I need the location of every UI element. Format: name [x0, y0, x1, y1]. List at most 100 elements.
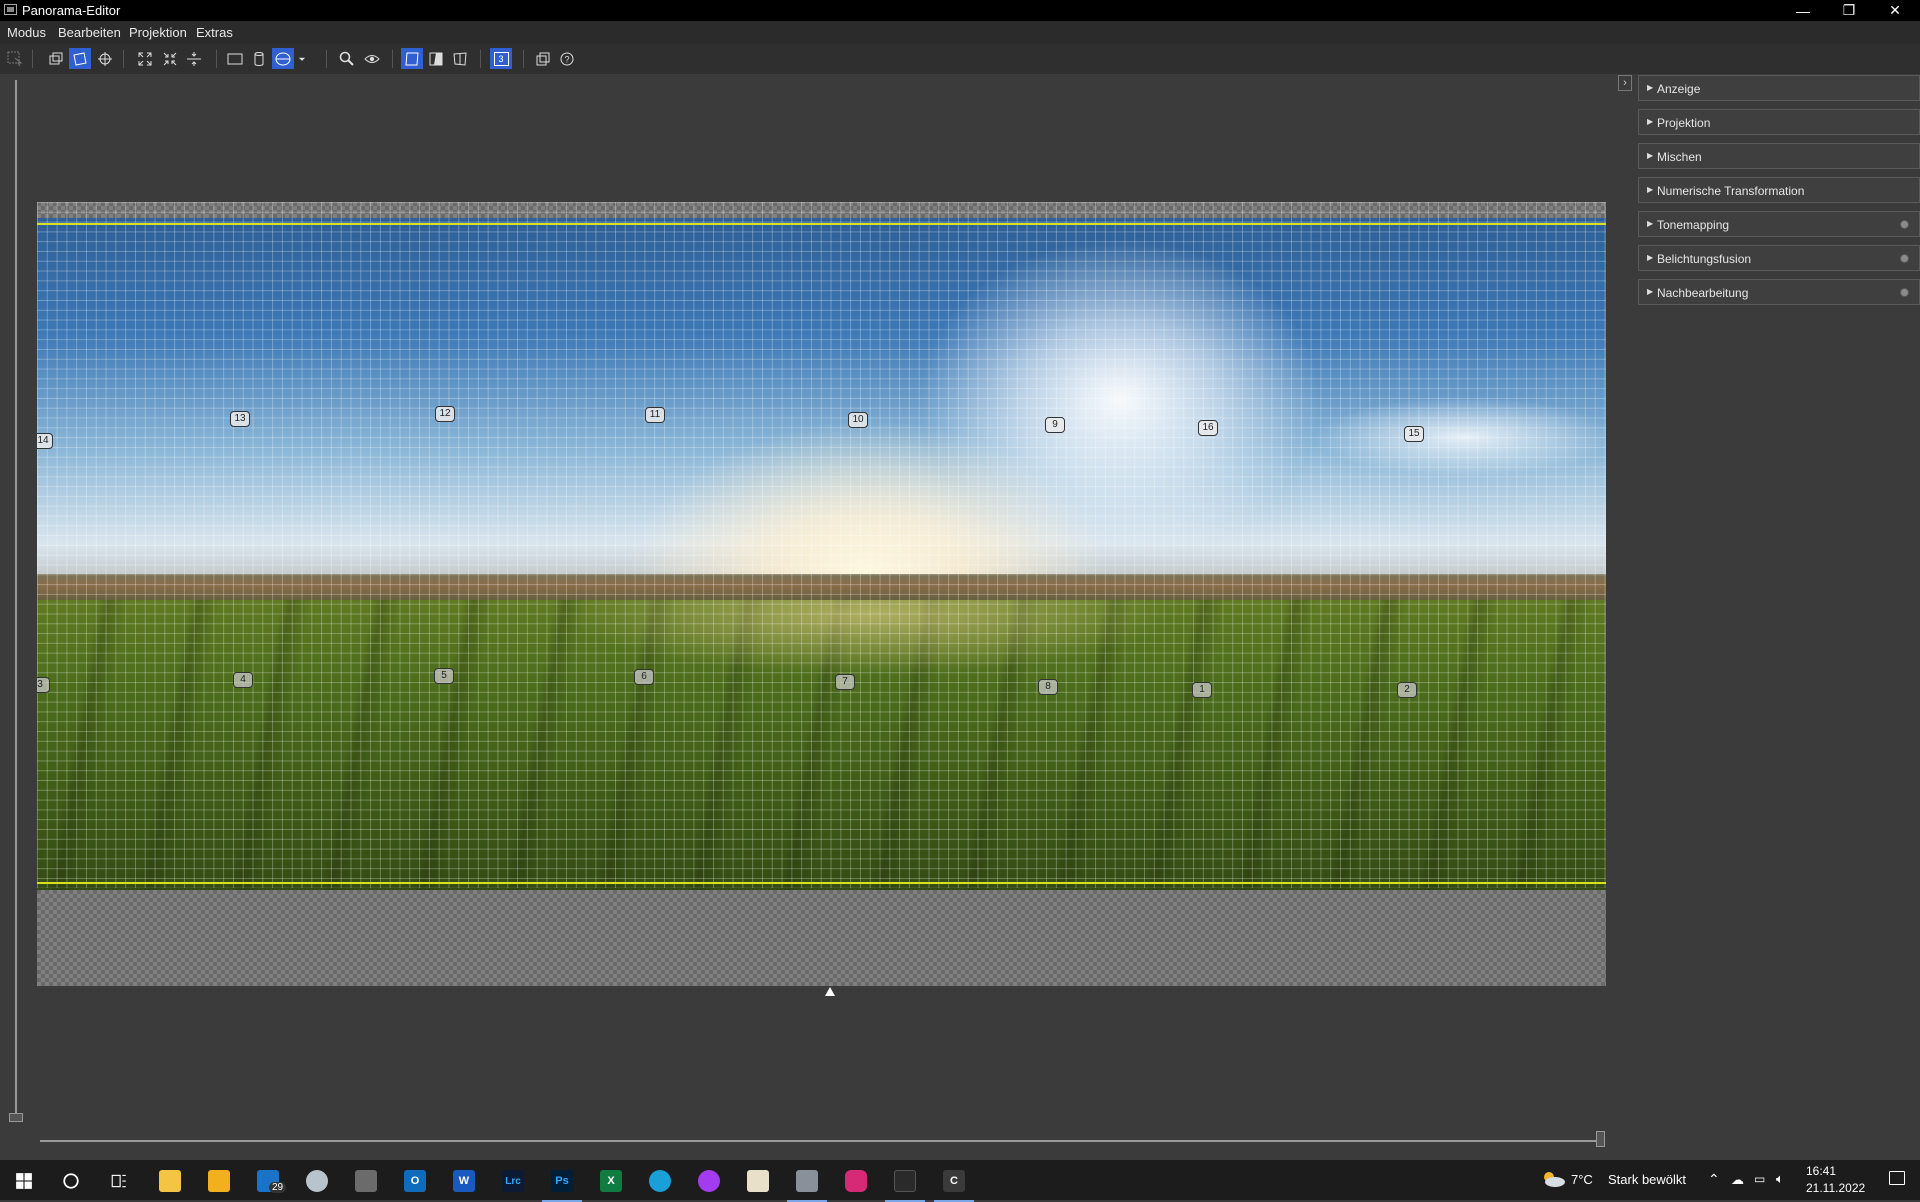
cylindrical-projection-icon[interactable]: [248, 48, 270, 69]
weather-description[interactable]: Stark bewölkt: [1608, 1172, 1686, 1187]
close-button[interactable]: ✕: [1872, 0, 1918, 21]
edge-icon[interactable]: [649, 1170, 671, 1192]
cloudy-weather-icon[interactable]: [1540, 1170, 1566, 1188]
equirectangular-projection-icon[interactable]: [272, 48, 294, 69]
lightroom-classic-icon[interactable]: Lrc: [502, 1170, 524, 1192]
control-point-marker[interactable]: 16: [1198, 420, 1218, 436]
control-point-marker[interactable]: 5: [434, 668, 454, 684]
zoom-icon[interactable]: [336, 48, 358, 69]
network-icon[interactable]: ▭: [1754, 1172, 1765, 1186]
pano-center-marker[interactable]: [825, 987, 835, 996]
menu-projektion[interactable]: Projektion: [129, 25, 187, 40]
calculator-icon[interactable]: [355, 1170, 377, 1192]
clock-date[interactable]: 21.11.2022: [1806, 1181, 1865, 1195]
identify-crosshair-icon[interactable]: [94, 48, 116, 69]
horizontal-fov-handle[interactable]: [1596, 1131, 1605, 1147]
control-point-marker[interactable]: 13: [230, 411, 250, 427]
menu-bearbeiten[interactable]: Bearbeiten: [58, 25, 121, 40]
control-point-marker[interactable]: 11: [645, 407, 665, 423]
help-icon[interactable]: ?: [556, 48, 578, 69]
section-tonemapping[interactable]: ▶ Tonemapping: [1638, 211, 1920, 237]
alignment-grid: [37, 202, 1606, 888]
control-point-marker[interactable]: 6: [634, 669, 654, 685]
show-hidden-icons-chevron-icon[interactable]: ⌃: [1708, 1171, 1720, 1188]
overview-window-icon[interactable]: [532, 48, 554, 69]
control-point-marker[interactable]: 1: [1192, 682, 1212, 698]
section-label: Projektion: [1657, 116, 1711, 130]
instagram-icon[interactable]: [845, 1170, 867, 1192]
photoshop-icon[interactable]: Ps: [542, 1170, 582, 1202]
top-limit-line[interactable]: [37, 223, 1606, 225]
status-indicator-icon: [1900, 220, 1909, 229]
excel-label: X: [600, 1170, 622, 1192]
app-dark-icon[interactable]: [885, 1170, 925, 1202]
cloud-app-icon[interactable]: [306, 1170, 328, 1192]
windows-start-icon[interactable]: [13, 1170, 35, 1192]
control-point-marker[interactable]: 12: [435, 406, 455, 422]
horizontal-fov-slider[interactable]: [40, 1140, 1602, 1142]
app-c-icon[interactable]: C: [934, 1170, 974, 1202]
word-icon[interactable]: W: [453, 1170, 475, 1192]
section-anzeige[interactable]: ▶ Anzeige: [1638, 75, 1920, 101]
weather-temperature[interactable]: 7°C: [1571, 1172, 1593, 1187]
section-mischen[interactable]: ▶ Mischen: [1638, 143, 1920, 169]
rectilinear-projection-icon[interactable]: [224, 48, 246, 69]
expand-arrow-icon: ▶: [1647, 219, 1654, 228]
difference-view-icon[interactable]: [425, 48, 447, 69]
vertical-fov-slider[interactable]: [15, 80, 17, 1120]
control-point-marker[interactable]: 3: [37, 677, 50, 693]
move-image-icon[interactable]: [45, 48, 67, 69]
straighten-horizon-icon[interactable]: [183, 48, 205, 69]
control-point-marker[interactable]: 7: [835, 674, 855, 690]
control-point-marker[interactable]: 15: [1404, 426, 1424, 442]
outlook-icon[interactable]: O: [404, 1170, 426, 1192]
menu-modus[interactable]: Modus: [7, 25, 46, 40]
clock-time[interactable]: 16:41: [1806, 1164, 1836, 1178]
title-bar: Panorama-Editor — ❐ ✕: [0, 0, 1920, 21]
excel-icon[interactable]: X: [600, 1170, 622, 1192]
mail-icon[interactable]: 29: [257, 1170, 287, 1193]
menu-extras[interactable]: Extras: [196, 25, 233, 40]
minimize-button[interactable]: —: [1780, 0, 1826, 21]
volume-icon[interactable]: 🔈︎: [1776, 1171, 1784, 1187]
projection-dropdown-icon[interactable]: [296, 48, 308, 69]
section-numerische-transformation[interactable]: ▶ Numerische Transformation: [1638, 177, 1920, 203]
task-view-icon[interactable]: [108, 1170, 130, 1192]
onedrive-cloud-icon[interactable]: ☁: [1731, 1172, 1744, 1188]
drag-pano-icon[interactable]: [69, 48, 91, 69]
layer-number-icon[interactable]: 3: [490, 48, 512, 69]
panorama-canvas[interactable]: 14 13 12 11 10 9 16 15 3 4 5 6 7 8 1 2: [37, 202, 1606, 986]
layer-number-label: 3: [493, 51, 509, 66]
section-label: Anzeige: [1657, 82, 1701, 96]
section-nachbearbeitung[interactable]: ▶ Nachbearbeitung: [1638, 279, 1920, 305]
window-title: Panorama-Editor: [22, 3, 121, 18]
normal-view-icon[interactable]: [401, 48, 423, 69]
file-explorer-icon[interactable]: [159, 1170, 181, 1192]
restore-button[interactable]: ❐: [1826, 0, 1872, 21]
messenger-icon[interactable]: [698, 1170, 720, 1192]
vertical-fov-handle[interactable]: [9, 1113, 23, 1122]
app-icon: [4, 4, 17, 15]
mosaic-view-icon[interactable]: [449, 48, 471, 69]
control-point-marker[interactable]: 4: [233, 672, 253, 688]
control-point-marker[interactable]: 9: [1045, 417, 1065, 433]
bottom-limit-line[interactable]: [37, 882, 1606, 884]
control-point-marker[interactable]: 2: [1397, 682, 1417, 698]
expand-arrow-icon: ▶: [1647, 287, 1654, 296]
photoshop-label: Ps: [551, 1170, 573, 1192]
fit-to-view-icon[interactable]: [134, 48, 156, 69]
store-icon[interactable]: [208, 1170, 230, 1192]
section-projektion[interactable]: ▶ Projektion: [1638, 109, 1920, 135]
search-circle-icon[interactable]: [60, 1170, 82, 1192]
control-point-marker[interactable]: 14: [37, 433, 53, 449]
control-point-marker[interactable]: 10: [848, 412, 868, 428]
notification-center-icon[interactable]: [1889, 1171, 1905, 1185]
section-belichtungsfusion[interactable]: ▶ Belichtungsfusion: [1638, 245, 1920, 271]
panorama-editor-icon[interactable]: [787, 1170, 827, 1202]
center-pano-icon[interactable]: [159, 48, 181, 69]
preview-eye-icon[interactable]: [361, 48, 383, 69]
control-point-marker[interactable]: 8: [1038, 679, 1058, 695]
select-tool-icon[interactable]: [4, 48, 26, 69]
panel-toggle-button[interactable]: ›: [1618, 75, 1632, 91]
app-brush-icon[interactable]: [747, 1170, 769, 1192]
